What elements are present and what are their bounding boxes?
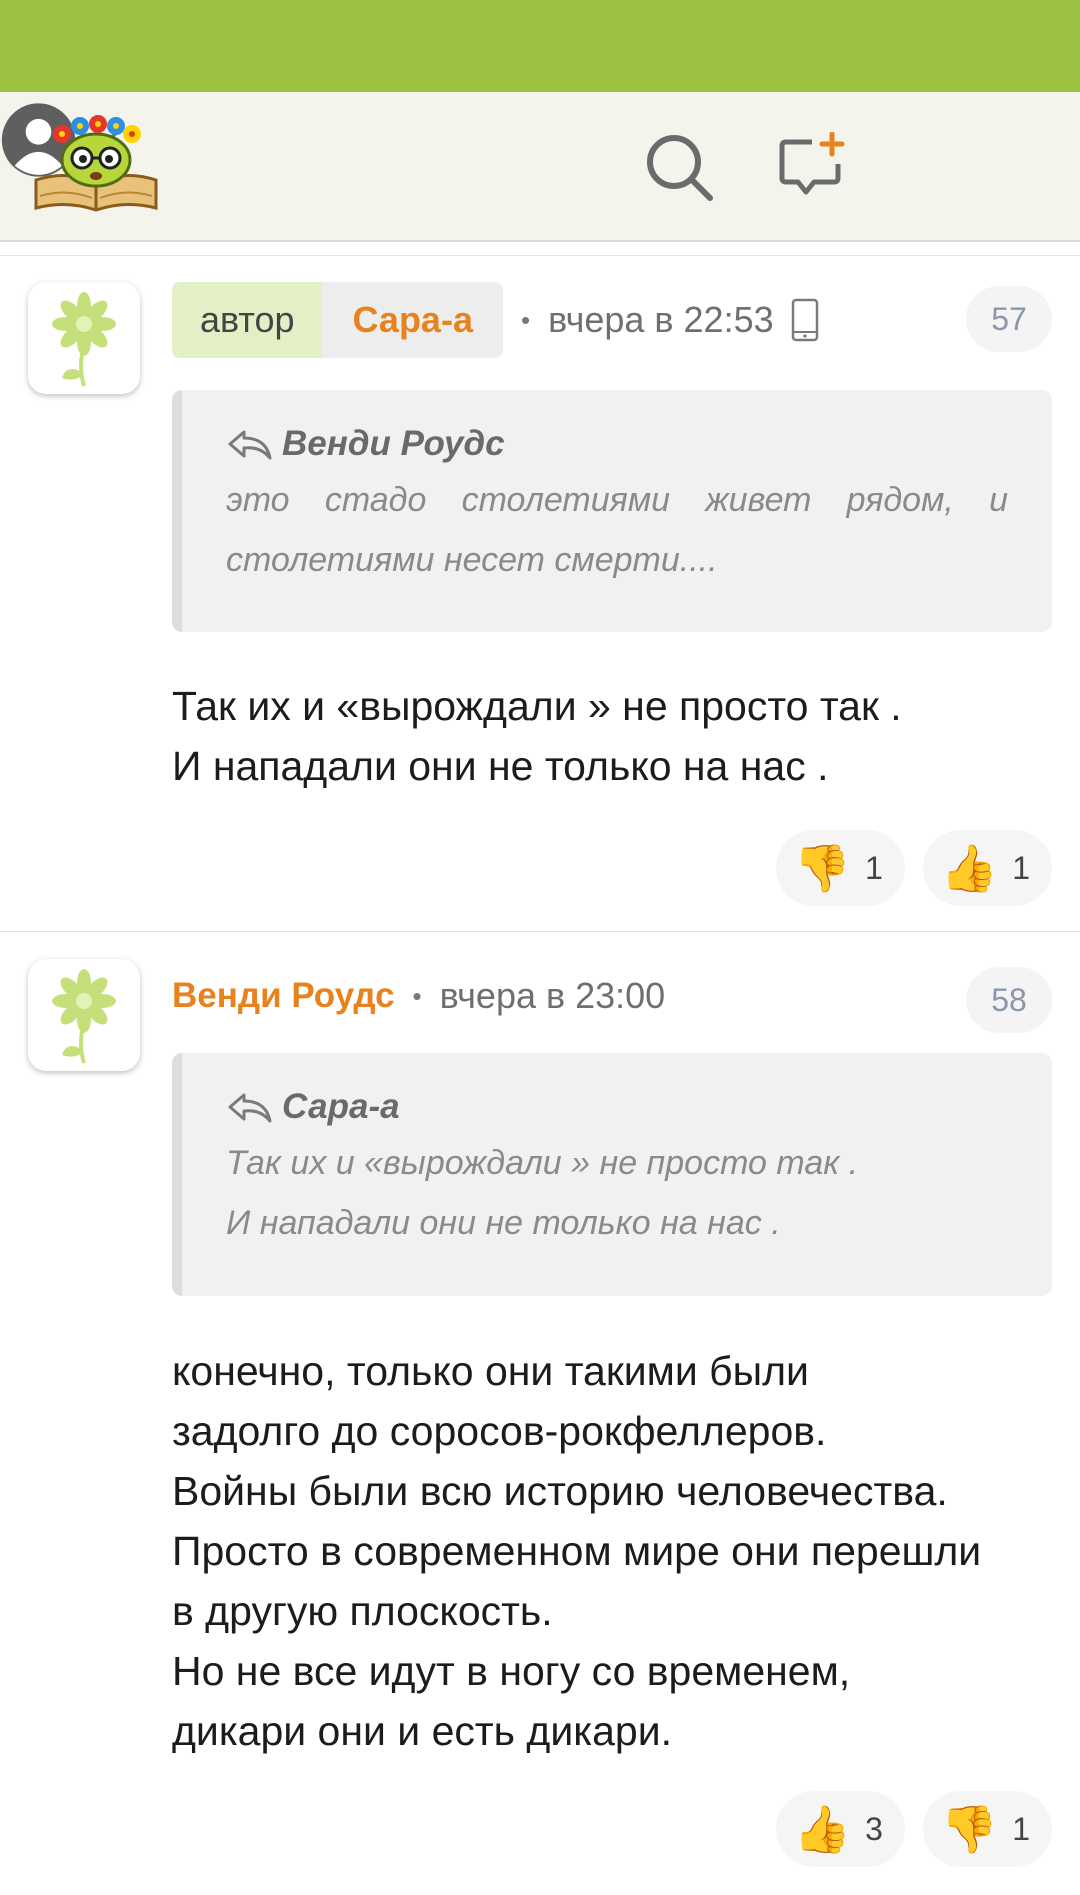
app-header: [0, 92, 1080, 242]
thumbs-down-icon: 👎: [940, 1803, 999, 1855]
comment: автор Сара-а • вчера в 22:53 57 Венди Ро…: [0, 256, 1080, 932]
dislike-count: 1: [1012, 1810, 1030, 1847]
comment-author[interactable]: Венди Роудс: [172, 976, 395, 1016]
new-post-button[interactable]: [772, 128, 852, 208]
search-icon: [647, 135, 713, 201]
quote-line: Так их и «вырождали » не просто так .: [226, 1144, 859, 1182]
like-button[interactable]: 👍 1: [922, 830, 1052, 906]
reactions: 👎 1 👍 1: [775, 830, 1052, 906]
site-logo[interactable]: [32, 110, 160, 218]
new-post-icon: [779, 132, 845, 195]
quote-text: это стадо столетиями живет рядом, и стол…: [226, 481, 1008, 579]
quote-block: Сара-а Так их и «вырождали » не просто т…: [172, 1053, 1052, 1296]
quote-header: Венди Роудс: [226, 424, 1008, 464]
like-count: 1: [1012, 849, 1030, 886]
flower-avatar-icon: [52, 292, 116, 387]
comment-time[interactable]: вчера в 22:53: [548, 299, 774, 341]
quote-author: Венди Роудс: [282, 424, 505, 463]
quote-line: И нападали они не только на нас .: [226, 1204, 781, 1242]
thumbs-up-icon: 👍: [793, 1803, 852, 1855]
thumbs-down-icon: 👎: [793, 842, 852, 894]
reactions: 👍 3 👎 1: [775, 1791, 1052, 1867]
reply-arrow-icon: [228, 430, 272, 460]
like-button[interactable]: 👍 3: [775, 1791, 905, 1867]
status-bar: [0, 0, 1080, 92]
author-badge: автор: [172, 282, 323, 358]
comment-author[interactable]: Сара-а: [322, 282, 503, 358]
comment-meta: автор Сара-а • вчера в 22:53: [172, 282, 820, 358]
mobile-phone-icon: [790, 297, 820, 343]
thumbs-up-icon: 👍: [940, 842, 999, 894]
separator-dot: •: [520, 304, 531, 335]
comment-time[interactable]: вчера в 23:00: [440, 975, 666, 1017]
author-chip[interactable]: автор Сара-а: [172, 282, 503, 358]
comment-number[interactable]: 58: [966, 967, 1052, 1033]
comment-number[interactable]: 57: [966, 286, 1052, 352]
comment-text: конечно, только они такими были задолго …: [172, 1348, 982, 1754]
quote-block: Венди Роудс это стадо столетиями живет р…: [172, 390, 1052, 632]
like-count: 3: [865, 1810, 883, 1847]
reply-arrow-icon: [228, 1093, 272, 1123]
dislike-button[interactable]: 👎 1: [775, 830, 905, 906]
avatar[interactable]: [28, 282, 140, 394]
comment: Венди Роудс • вчера в 23:00 58 Сара-а Та…: [0, 933, 1080, 1895]
dislike-button[interactable]: 👎 1: [922, 1791, 1052, 1867]
separator-dot: •: [412, 980, 422, 1011]
comment-meta: Венди Роудс • вчера в 23:00: [172, 958, 665, 1034]
comment-text: Так их и «вырождали » не просто так . И …: [172, 683, 902, 789]
dislike-count: 1: [865, 849, 883, 886]
quote-header: Сара-а: [226, 1087, 1008, 1127]
flower-avatar-icon: [52, 969, 116, 1064]
quote-author: Сара-а: [282, 1087, 400, 1126]
avatar[interactable]: [28, 959, 140, 1071]
search-button[interactable]: [640, 128, 720, 208]
